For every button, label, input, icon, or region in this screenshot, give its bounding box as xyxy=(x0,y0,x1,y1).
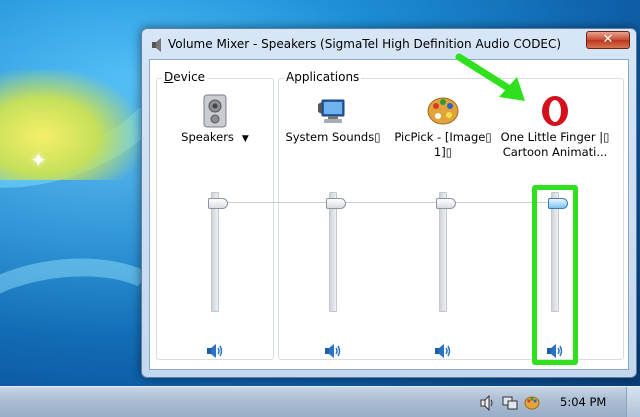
system-sounds-mute-button[interactable] xyxy=(324,344,342,358)
device-mute-button[interactable] xyxy=(206,344,224,358)
device-dropdown[interactable]: Speakers ▼ xyxy=(160,130,270,147)
device-column: Speakers ▼ xyxy=(160,60,270,360)
app-name: PicPick - [Image▯ 1]▯ xyxy=(394,130,492,159)
app-column-system-sounds: System Sounds▯ xyxy=(278,60,388,360)
highlight-box xyxy=(532,185,578,365)
picpick-mute-button[interactable] xyxy=(434,344,452,358)
picpick-tray-icon[interactable] xyxy=(524,395,540,411)
close-button[interactable]: ✕ xyxy=(586,31,630,49)
taskbar: 5:04 PM xyxy=(0,386,640,417)
sparkle-icon: ✦ xyxy=(30,148,47,172)
mixer-client-area: Device Applications Speakers ▼ System So… xyxy=(149,59,629,370)
app-name: One Little Finger |▯ Cartoon Animati... xyxy=(500,130,610,159)
system-sounds-volume-track[interactable] xyxy=(329,192,337,312)
picpick-volume-track[interactable] xyxy=(439,192,447,312)
volume-tray-icon[interactable] xyxy=(480,395,496,411)
opera-icon xyxy=(542,96,568,126)
system-tray: 5:04 PM xyxy=(470,387,640,417)
device-volume-slider[interactable] xyxy=(208,198,228,209)
system-sounds-icon xyxy=(318,99,345,123)
title-bar[interactable]: Volume Mixer - Speakers (SigmaTel High D… xyxy=(142,29,636,59)
annotation-arrow-icon xyxy=(455,53,525,101)
app-name: System Sounds▯ xyxy=(285,130,381,144)
device-volume-track[interactable] xyxy=(211,192,219,312)
picpick-volume-slider[interactable] xyxy=(436,198,456,209)
chevron-down-icon: ▼ xyxy=(241,134,249,144)
device-name: Speakers xyxy=(181,130,234,144)
speakers-device-icon xyxy=(203,94,227,128)
clock[interactable]: 5:04 PM xyxy=(560,395,606,409)
network-tray-icon[interactable] xyxy=(502,395,518,411)
wallpaper-flag-glow xyxy=(0,70,140,180)
show-desktop-button[interactable] xyxy=(626,387,640,417)
system-sounds-volume-slider[interactable] xyxy=(326,198,346,209)
volume-mixer-window: Volume Mixer - Speakers (SigmaTel High D… xyxy=(141,28,637,378)
speaker-title-icon xyxy=(152,38,161,52)
